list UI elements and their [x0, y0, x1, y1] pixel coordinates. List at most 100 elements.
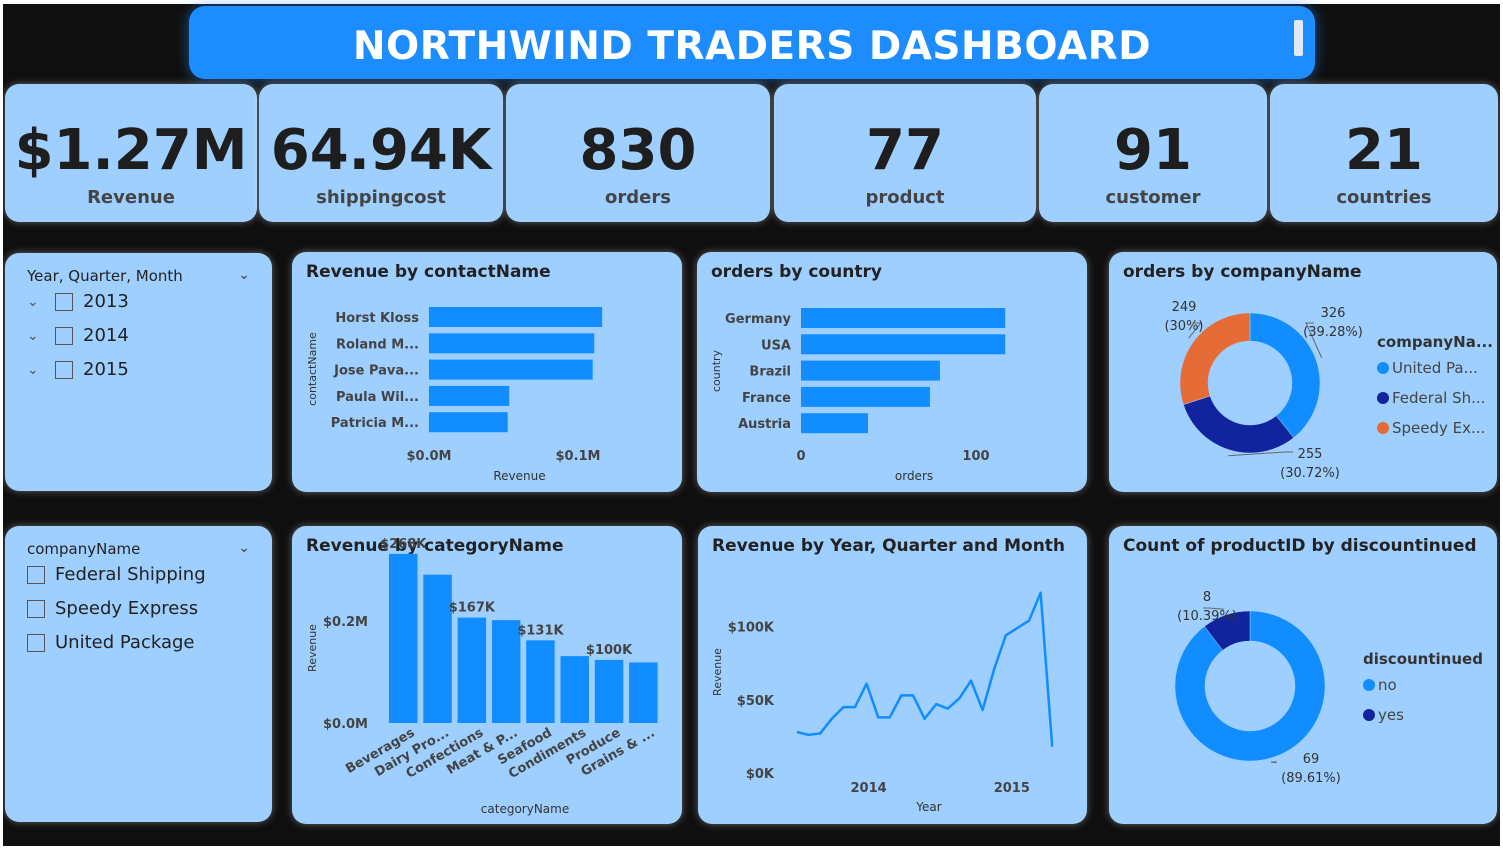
- bar: [429, 359, 593, 380]
- slicer-item-2014[interactable]: ⌄ 2014: [27, 325, 129, 346]
- y-tick-label: $50K: [737, 694, 775, 709]
- slicer-item-label: 2015: [83, 359, 129, 380]
- bar: [629, 662, 658, 723]
- kpi-card-customer: 91 customer: [1039, 84, 1267, 222]
- y-tick-label: $0.2M: [323, 615, 368, 630]
- y-axis-label: Revenue: [306, 624, 319, 672]
- dashboard-header: NORTHWIND TRADERS DASHBOARD: [189, 6, 1315, 79]
- slicer-item-2015[interactable]: ⌄ 2015: [27, 359, 129, 380]
- kpi-card-product: 77 product: [774, 84, 1036, 222]
- bar: [429, 412, 508, 433]
- checkbox[interactable]: [27, 633, 45, 652]
- x-axis-label: orders: [895, 469, 933, 483]
- x-tick-label: $0.1M: [555, 449, 600, 464]
- slicer-item-2013[interactable]: ⌄ 2013: [27, 291, 129, 312]
- chevron-down-icon[interactable]: ⌄: [238, 267, 250, 283]
- category-label: Horst Kloss: [335, 311, 419, 326]
- checkbox[interactable]: [27, 599, 45, 618]
- donut-slice: [1183, 395, 1295, 454]
- x-tick-label: 0: [796, 449, 805, 464]
- kpi-card-shippingcost: 64.94K shippingcost: [259, 84, 503, 222]
- x-axis-label: categoryName: [481, 802, 569, 816]
- legend-label: Federal Sh...: [1392, 389, 1485, 407]
- kpi-label: countries: [1336, 187, 1432, 208]
- slicer-item-united-package[interactable]: United Package: [27, 632, 194, 653]
- chart-revenue-by-category: Revenue by categoryName $268K Beverages Da…: [292, 526, 682, 824]
- bar: [801, 360, 940, 381]
- category-label: Jose Pava...: [333, 364, 419, 379]
- slicer-item-speedy-express[interactable]: Speedy Express: [27, 598, 198, 619]
- legend-marker: [1377, 392, 1389, 404]
- checkbox[interactable]: [55, 326, 73, 345]
- y-tick-label: $0.0M: [323, 717, 368, 732]
- legend-marker: [1363, 709, 1375, 721]
- y-tick-label: $100K: [728, 621, 775, 636]
- chart-products-by-discontinued: Count of productID by discountinued 69 (8…: [1109, 526, 1497, 824]
- data-label-value: 255: [1298, 447, 1323, 462]
- bar: [457, 617, 487, 723]
- legend-label: United Pa...: [1392, 359, 1478, 377]
- slicer-item-label: 2014: [83, 325, 129, 346]
- chevron-down-icon[interactable]: ⌄: [27, 328, 45, 344]
- legend-title: companyNa...: [1377, 333, 1493, 351]
- legend-marker: [1377, 422, 1389, 434]
- kpi-value: 91: [1114, 118, 1192, 183]
- data-label-percent: (39.28%): [1303, 325, 1363, 340]
- chevron-down-icon[interactable]: ⌄: [27, 294, 45, 310]
- series-line: [796, 591, 1054, 747]
- y-axis-label: Revenue: [711, 648, 724, 696]
- x-axis-label: Year: [915, 800, 941, 814]
- legend-title: discountinued: [1363, 650, 1483, 668]
- chevron-down-icon[interactable]: ⌄: [238, 540, 250, 556]
- slicer-title: Year, Quarter, Month: [27, 267, 183, 285]
- bar: [801, 413, 868, 434]
- company-slicer: companyName ⌄ Federal Shipping Speedy Ex…: [5, 526, 272, 822]
- x-axis-label: Revenue: [493, 469, 545, 483]
- checkbox[interactable]: [27, 565, 45, 584]
- kpi-label: shippingcost: [316, 187, 446, 208]
- kpi-value: 64.94K: [270, 118, 492, 183]
- checkbox[interactable]: [55, 292, 73, 311]
- data-label: $131K: [517, 623, 564, 638]
- checkbox[interactable]: [55, 360, 73, 379]
- kpi-label: Revenue: [87, 187, 175, 208]
- data-label-value: 69: [1303, 752, 1320, 767]
- chart-orders-by-country: orders by country Germany USA Brazil France…: [697, 252, 1087, 492]
- chart-revenue-by-date: Revenue by Year, Quarter and Month $0K $5…: [698, 526, 1087, 824]
- x-tick-label: 100: [962, 449, 989, 464]
- chart-revenue-by-contact: Revenue by contactName Horst Kloss Roland…: [292, 252, 682, 492]
- page-title: NORTHWIND TRADERS DASHBOARD: [352, 24, 1152, 69]
- legend-label: Speedy Ex...: [1392, 419, 1485, 437]
- bar: [389, 553, 418, 723]
- kpi-value: 21: [1345, 118, 1423, 183]
- data-label: $268K: [380, 537, 427, 552]
- bar: [801, 334, 1006, 355]
- kpi-card-orders: 830 orders: [506, 84, 770, 222]
- slicer-item-federal-shipping[interactable]: Federal Shipping: [27, 564, 206, 585]
- kpi-label: product: [865, 187, 945, 208]
- kpi-value: 77: [866, 118, 944, 183]
- category-label: Brazil: [749, 365, 791, 380]
- x-tick-label: 2014: [851, 781, 887, 796]
- category-label: Paula Wil...: [336, 390, 419, 405]
- chevron-down-icon[interactable]: ⌄: [27, 362, 45, 378]
- legend-marker: [1377, 362, 1389, 374]
- header-scrollbar[interactable]: [1294, 20, 1303, 56]
- data-label-percent: (30%): [1164, 319, 1203, 334]
- data-label-value: 249: [1172, 300, 1197, 315]
- chart-svg: Horst Kloss Roland M... Jose Pava... Paula …: [306, 307, 603, 483]
- bar: [423, 574, 452, 723]
- kpi-card-revenue: $1.27M Revenue: [5, 84, 257, 222]
- category-label: Germany: [725, 312, 791, 327]
- data-label-percent: (10.39%): [1177, 609, 1237, 624]
- chart-svg: $268KBeveragesDairy Pro...$167KConfectio…: [306, 537, 658, 816]
- data-label-percent: (30.72%): [1280, 466, 1340, 481]
- legend-marker: [1363, 679, 1375, 691]
- x-tick-label: 2015: [994, 781, 1030, 796]
- bar: [560, 656, 589, 723]
- bar: [429, 385, 510, 406]
- bar: [801, 308, 1006, 328]
- category-label: France: [742, 391, 791, 406]
- data-label: $167K: [449, 601, 496, 616]
- y-axis-label: country: [710, 349, 723, 392]
